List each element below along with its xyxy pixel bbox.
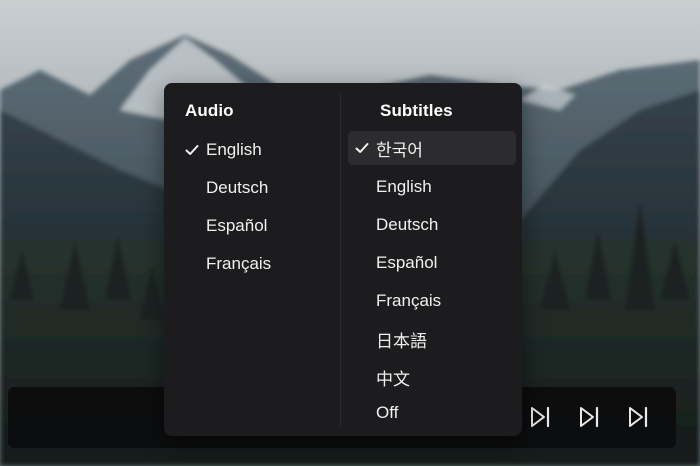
audio-option-label: Français xyxy=(206,254,272,273)
checkmark-icon xyxy=(178,142,206,158)
subtitle-option-label: Deutsch xyxy=(376,215,439,234)
subtitle-option[interactable]: 한국어 xyxy=(348,131,516,165)
skip-next-button[interactable] xyxy=(573,401,605,433)
subtitle-option[interactable]: 日本語 xyxy=(348,322,516,356)
subtitle-option[interactable]: Off xyxy=(348,396,516,430)
subtitle-option[interactable]: Español xyxy=(348,246,516,280)
audio-option-label: Deutsch xyxy=(206,178,269,197)
subtitle-option-label: English xyxy=(376,177,432,196)
checkmark-icon xyxy=(348,140,376,156)
skip-next-button[interactable] xyxy=(622,401,654,433)
audio-option-label: English xyxy=(206,140,262,159)
audio-option[interactable]: Español xyxy=(178,209,328,243)
subtitle-option-label: Français xyxy=(376,291,442,310)
subtitle-option[interactable]: Français xyxy=(348,284,516,318)
audio-option[interactable]: Français xyxy=(178,247,328,281)
subtitle-option-label: Español xyxy=(376,253,438,272)
audio-subtitles-menu: Audio Subtitles English Deutsch Español … xyxy=(164,83,522,436)
subtitle-option-label: Off xyxy=(376,403,399,422)
skip-next-icon xyxy=(629,406,648,428)
video-player: Audio Subtitles English Deutsch Español … xyxy=(0,0,700,466)
subtitles-heading: Subtitles xyxy=(380,101,453,120)
subtitle-option[interactable]: English xyxy=(348,170,516,204)
audio-option-label: Español xyxy=(206,216,268,235)
subtitle-option-label: 中文 xyxy=(376,369,410,389)
subtitle-option-label: 日本語 xyxy=(376,331,427,351)
subtitle-option-label: 한국어 xyxy=(376,140,423,160)
column-divider xyxy=(340,93,341,426)
skip-next-icon xyxy=(580,406,599,428)
audio-option[interactable]: Deutsch xyxy=(178,171,328,205)
skip-next-icon xyxy=(531,406,550,428)
skip-next-button[interactable] xyxy=(524,401,556,433)
audio-heading: Audio xyxy=(185,101,234,120)
subtitle-option[interactable]: Deutsch xyxy=(348,208,516,242)
audio-option[interactable]: English xyxy=(178,133,328,167)
subtitle-option[interactable]: 中文 xyxy=(348,360,516,394)
